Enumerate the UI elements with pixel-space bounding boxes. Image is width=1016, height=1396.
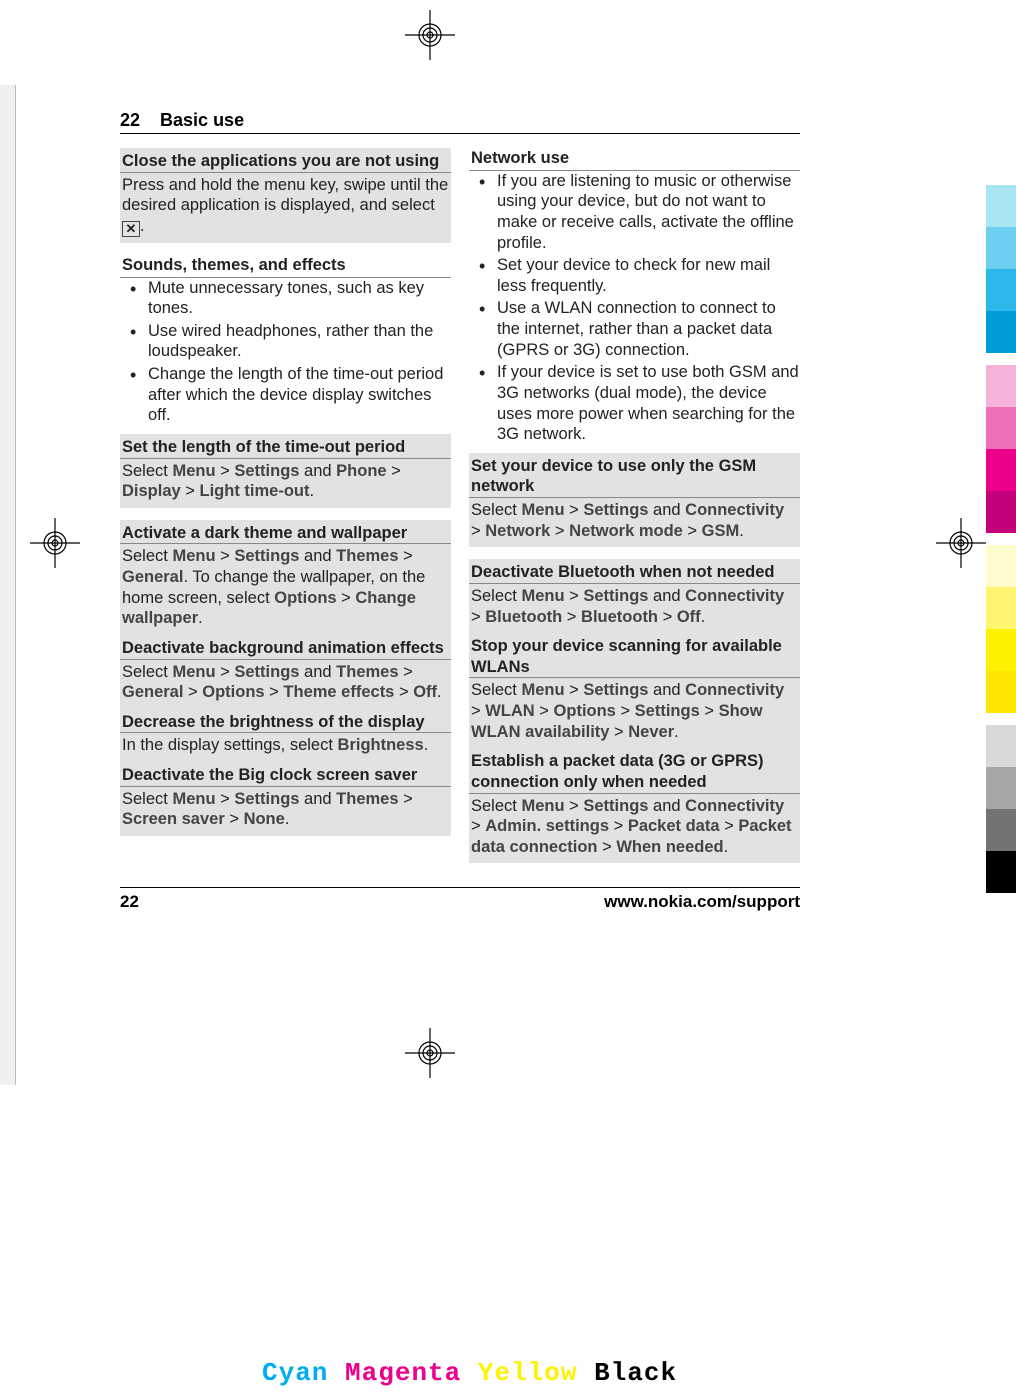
right-column: Network use If you are listening to musi… xyxy=(469,148,800,863)
heading-packet-data: Establish a packet data (3G or GPRS) con… xyxy=(469,748,800,793)
page-number-top: 22 xyxy=(120,110,140,131)
heading-bluetooth: Deactivate Bluetooth when not needed xyxy=(469,559,800,584)
body-timeout: Select Menu > Settings and Phone > Displ… xyxy=(120,459,451,508)
body-gsm: Select Menu > Settings and Connectivity … xyxy=(469,498,800,547)
heading-sounds: Sounds, themes, and effects xyxy=(120,255,451,278)
print-color-bars xyxy=(986,185,1016,893)
page-gutter xyxy=(0,85,16,1085)
heading-bigclock: Deactivate the Big clock screen saver xyxy=(120,762,451,787)
list-item: Use a WLAN connection to connect to the … xyxy=(497,298,800,360)
heading-network: Network use xyxy=(469,148,800,171)
page-content: 22 Basic use Close the applications you … xyxy=(120,110,800,912)
body-brightness: In the display settings, select Brightne… xyxy=(120,733,451,762)
footer-url: www.nokia.com/support xyxy=(604,892,800,912)
body-close-apps: Press and hold the menu key, swipe until… xyxy=(120,173,451,243)
registration-mark-icon xyxy=(30,518,80,568)
list-network: If you are listening to music or otherwi… xyxy=(469,171,800,445)
cmyk-label: Cyan Magenta Yellow Black xyxy=(262,1358,677,1388)
heading-gsm: Set your device to use only the GSM netw… xyxy=(469,453,800,498)
list-item: Change the length of the time-out period… xyxy=(148,364,451,426)
registration-mark-icon xyxy=(936,518,986,568)
list-item: Mute unnecessary tones, such as key tone… xyxy=(148,278,451,319)
heading-close-apps: Close the applications you are not using xyxy=(120,148,451,173)
body-bigclock: Select Menu > Settings and Themes > Scre… xyxy=(120,787,451,836)
heading-timeout: Set the length of the time-out period xyxy=(120,434,451,459)
running-footer: 22 www.nokia.com/support xyxy=(120,887,800,912)
page-number-bottom: 22 xyxy=(120,892,139,912)
list-sounds: Mute unnecessary tones, such as key tone… xyxy=(120,278,451,426)
heading-brightness: Decrease the brightness of the display xyxy=(120,709,451,734)
heading-wlan: Stop your device scanning for available … xyxy=(469,633,800,678)
section-title: Basic use xyxy=(160,110,244,131)
body-packet-data: Select Menu > Settings and Connectivity … xyxy=(469,794,800,864)
registration-mark-icon xyxy=(405,1028,455,1078)
registration-mark-icon xyxy=(405,10,455,60)
body-dark-theme: Select Menu > Settings and Themes > Gene… xyxy=(120,544,451,635)
body-bluetooth: Select Menu > Settings and Connectivity … xyxy=(469,584,800,633)
heading-anim: Deactivate background animation effects xyxy=(120,635,451,660)
body-anim: Select Menu > Settings and Themes > Gene… xyxy=(120,660,451,709)
list-item: If you are listening to music or otherwi… xyxy=(497,171,800,254)
list-item: If your device is set to use both GSM an… xyxy=(497,362,800,445)
running-header: 22 Basic use xyxy=(120,110,800,134)
list-item: Set your device to check for new mail le… xyxy=(497,255,800,296)
list-item: Use wired headphones, rather than the lo… xyxy=(148,321,451,362)
left-column: Close the applications you are not using… xyxy=(120,148,451,863)
heading-dark-theme: Activate a dark theme and wallpaper xyxy=(120,520,451,545)
body-wlan: Select Menu > Settings and Connectivity … xyxy=(469,678,800,748)
close-icon: ✕ xyxy=(122,221,140,237)
